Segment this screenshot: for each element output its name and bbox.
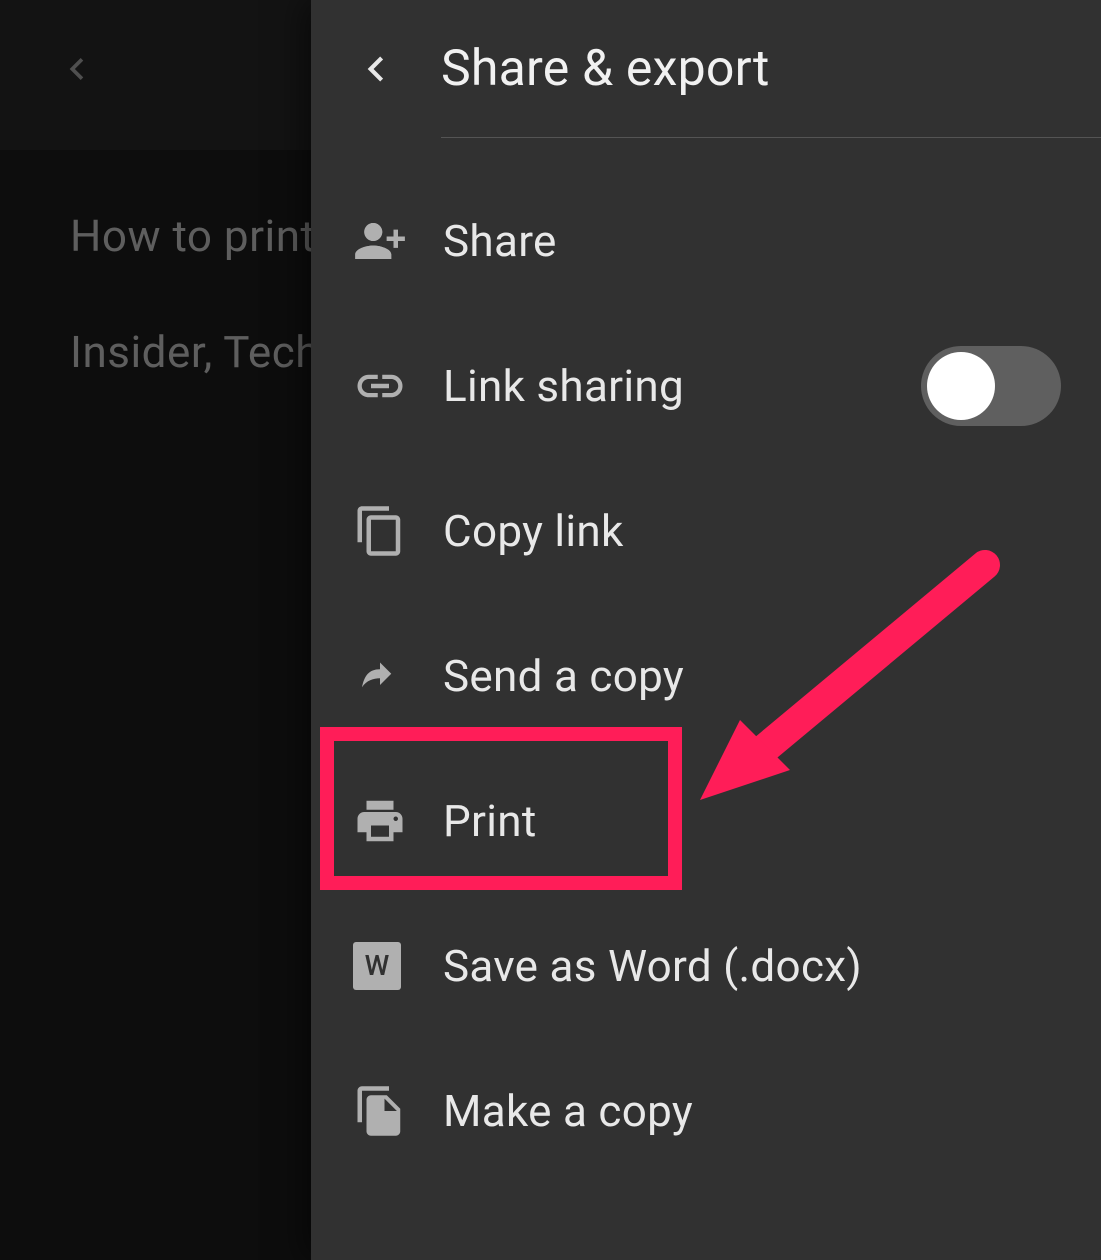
menu-item-make-copy[interactable]: Make a copy	[311, 1038, 1101, 1183]
menu-item-send-copy[interactable]: Send a copy	[311, 603, 1101, 748]
link-icon	[353, 359, 443, 413]
menu-label: Make a copy	[443, 1085, 1061, 1137]
drawer-title: Share & export	[441, 40, 770, 98]
person-add-icon	[353, 214, 443, 268]
menu-label: Send a copy	[443, 650, 1061, 702]
menu-item-copy-link[interactable]: Copy link	[311, 458, 1101, 603]
link-sharing-toggle[interactable]	[921, 346, 1061, 426]
arrow-redo-icon	[353, 649, 443, 703]
share-export-drawer: Share & export Share Link sharing Copy l…	[311, 0, 1101, 1260]
file-copy-icon	[353, 1084, 443, 1138]
drawer-back-button[interactable]	[311, 0, 441, 138]
word-icon: W	[353, 942, 443, 990]
menu-label: Print	[443, 795, 1061, 847]
menu-item-link-sharing[interactable]: Link sharing	[311, 313, 1101, 458]
menu-list: Share Link sharing Copy link Send a copy	[311, 138, 1101, 1183]
menu-label: Save as Word (.docx)	[443, 940, 1061, 992]
menu-label: Copy link	[443, 505, 1061, 557]
copy-icon	[353, 504, 443, 558]
toggle-thumb	[927, 352, 995, 420]
drawer-header: Share & export	[311, 0, 1101, 138]
menu-item-share[interactable]: Share	[311, 168, 1101, 313]
printer-icon	[353, 794, 443, 848]
menu-label: Link sharing	[443, 360, 921, 412]
menu-label: Share	[443, 215, 1061, 267]
menu-item-print[interactable]: Print	[311, 748, 1101, 893]
menu-item-save-word[interactable]: W Save as Word (.docx)	[311, 893, 1101, 1038]
